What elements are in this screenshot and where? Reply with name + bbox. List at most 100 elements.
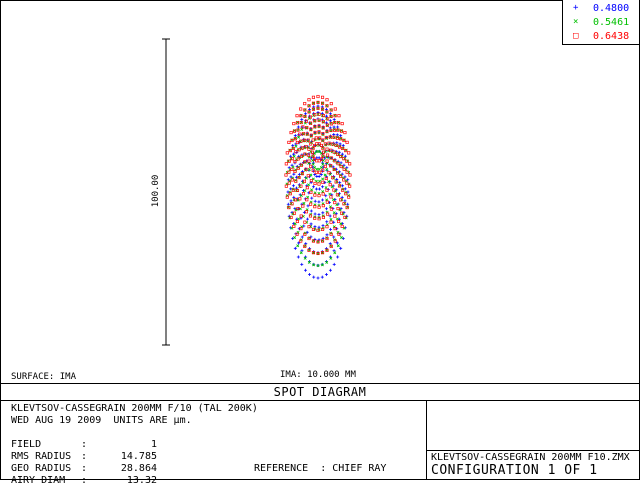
spot-mark	[299, 251, 303, 255]
spot-mark	[296, 125, 300, 129]
spot-mark	[297, 135, 301, 139]
spot-mark	[310, 196, 314, 200]
rms-row: RMS RADIUS:14.785	[11, 451, 157, 462]
spot-mark	[332, 133, 336, 137]
spot-mark	[311, 95, 315, 99]
spot-mark	[336, 255, 340, 259]
spot-mark	[284, 173, 288, 177]
spot-mark	[287, 140, 291, 144]
info-panel: KLEVTSOV-CASSEGRAIN 200MM F/10 (TAL 200K…	[11, 403, 258, 486]
spot-mark	[333, 251, 337, 255]
airy-label: AIRY DIAM	[11, 475, 66, 486]
spot-mark	[305, 217, 309, 221]
spot-mark	[339, 236, 343, 239]
spot-mark	[345, 140, 349, 144]
spot-mark	[324, 207, 328, 211]
spot-mark	[333, 107, 337, 111]
spot-mark	[313, 199, 317, 203]
spot-mark	[297, 172, 301, 176]
file-info-box: KLEVTSOV-CASSEGRAIN 200MM F10.ZMX CONFIG…	[426, 400, 640, 479]
spot-mark	[318, 170, 322, 174]
spot-mark	[329, 220, 333, 224]
legend-wavelength: 0.6438	[593, 31, 630, 42]
airy-row: AIRY DIAM:13.32	[11, 475, 157, 486]
legend-marker-square-icon: □	[573, 31, 579, 41]
scale-bar	[162, 38, 170, 346]
spot-mark	[338, 181, 342, 185]
spot-mark	[321, 95, 325, 99]
spot-mark	[348, 184, 352, 188]
legend-wavelength: 0.4800	[593, 3, 630, 14]
spot-mark	[306, 195, 310, 199]
spot-mark	[315, 174, 319, 178]
legend-wavelength: 0.5461	[593, 17, 630, 28]
scale-bar-label: 100.00	[151, 174, 161, 208]
spot-mark	[292, 172, 296, 176]
spot-mark	[317, 182, 321, 186]
spot-mark	[300, 118, 304, 122]
spot-mark	[341, 144, 345, 148]
spot-mark	[317, 167, 321, 171]
geo-row: GEO RADIUS:28.864	[11, 463, 157, 474]
spot-mark	[284, 184, 288, 188]
spot-mark	[299, 107, 303, 111]
spot-mark	[300, 235, 304, 239]
spot-mark	[318, 187, 322, 191]
spot-mark	[324, 273, 328, 277]
spot-mark	[341, 184, 345, 188]
spot-mark	[309, 209, 313, 213]
spot-mark	[293, 134, 297, 138]
spot-mark	[329, 227, 333, 231]
spot-mark	[321, 177, 325, 181]
spot-mark	[313, 181, 317, 186]
spot-mark	[310, 188, 314, 192]
spot-mark	[317, 200, 321, 204]
reference-label: REFERENCE : CHIEF RAY	[254, 463, 387, 474]
divider	[427, 450, 640, 451]
spot-mark	[318, 179, 322, 183]
spot-mark	[300, 127, 304, 131]
spot-mark	[311, 185, 315, 189]
spot-mark	[332, 211, 336, 215]
spot-mark	[312, 275, 316, 279]
spot-mark	[302, 201, 306, 205]
spot-mark	[307, 183, 311, 187]
spot-mark	[295, 114, 299, 118]
spot-mark	[329, 102, 333, 106]
spot-mark	[325, 159, 329, 163]
spot-mark	[339, 134, 343, 138]
spot-mark	[313, 212, 317, 216]
spot-mark	[323, 173, 327, 177]
wavelength-legend: + 0.4800 × 0.5461 □ 0.6438	[562, 0, 639, 45]
spot-mark	[343, 131, 347, 135]
spot-mark	[320, 275, 324, 279]
spot-mark	[303, 102, 307, 106]
spot-mark	[309, 202, 313, 206]
image-plane-label: IMA: 10.000 MM	[280, 370, 356, 380]
spot-mark	[291, 184, 295, 188]
spot-mark	[321, 211, 325, 215]
spot-mark	[293, 246, 297, 250]
surface-label: SURFACE: IMA	[11, 372, 77, 382]
spot-mark	[293, 236, 297, 239]
spot-mark	[340, 122, 344, 126]
spot-pattern	[284, 94, 352, 280]
spot-mark	[328, 192, 332, 196]
configuration-label: CONFIGURATION 1 OF 1	[431, 463, 598, 478]
spot-mark	[328, 112, 332, 116]
spot-mark	[339, 246, 343, 250]
spot-mark	[300, 262, 304, 266]
spot-mark	[324, 186, 328, 190]
spot-mark	[284, 162, 288, 166]
spot-mark	[308, 273, 312, 277]
spot-mark	[332, 220, 336, 224]
spot-mark	[333, 214, 337, 218]
spot-mark	[332, 118, 336, 122]
spot-mark	[304, 112, 308, 116]
spot-mark	[314, 170, 318, 174]
legend-marker-cross-icon: ×	[573, 17, 579, 27]
spot-mark	[321, 224, 325, 228]
spot-mark	[317, 213, 321, 217]
spot-mark	[313, 193, 317, 197]
file-name: KLEVTSOV-CASSEGRAIN 200MM F10.ZMX	[431, 452, 630, 463]
